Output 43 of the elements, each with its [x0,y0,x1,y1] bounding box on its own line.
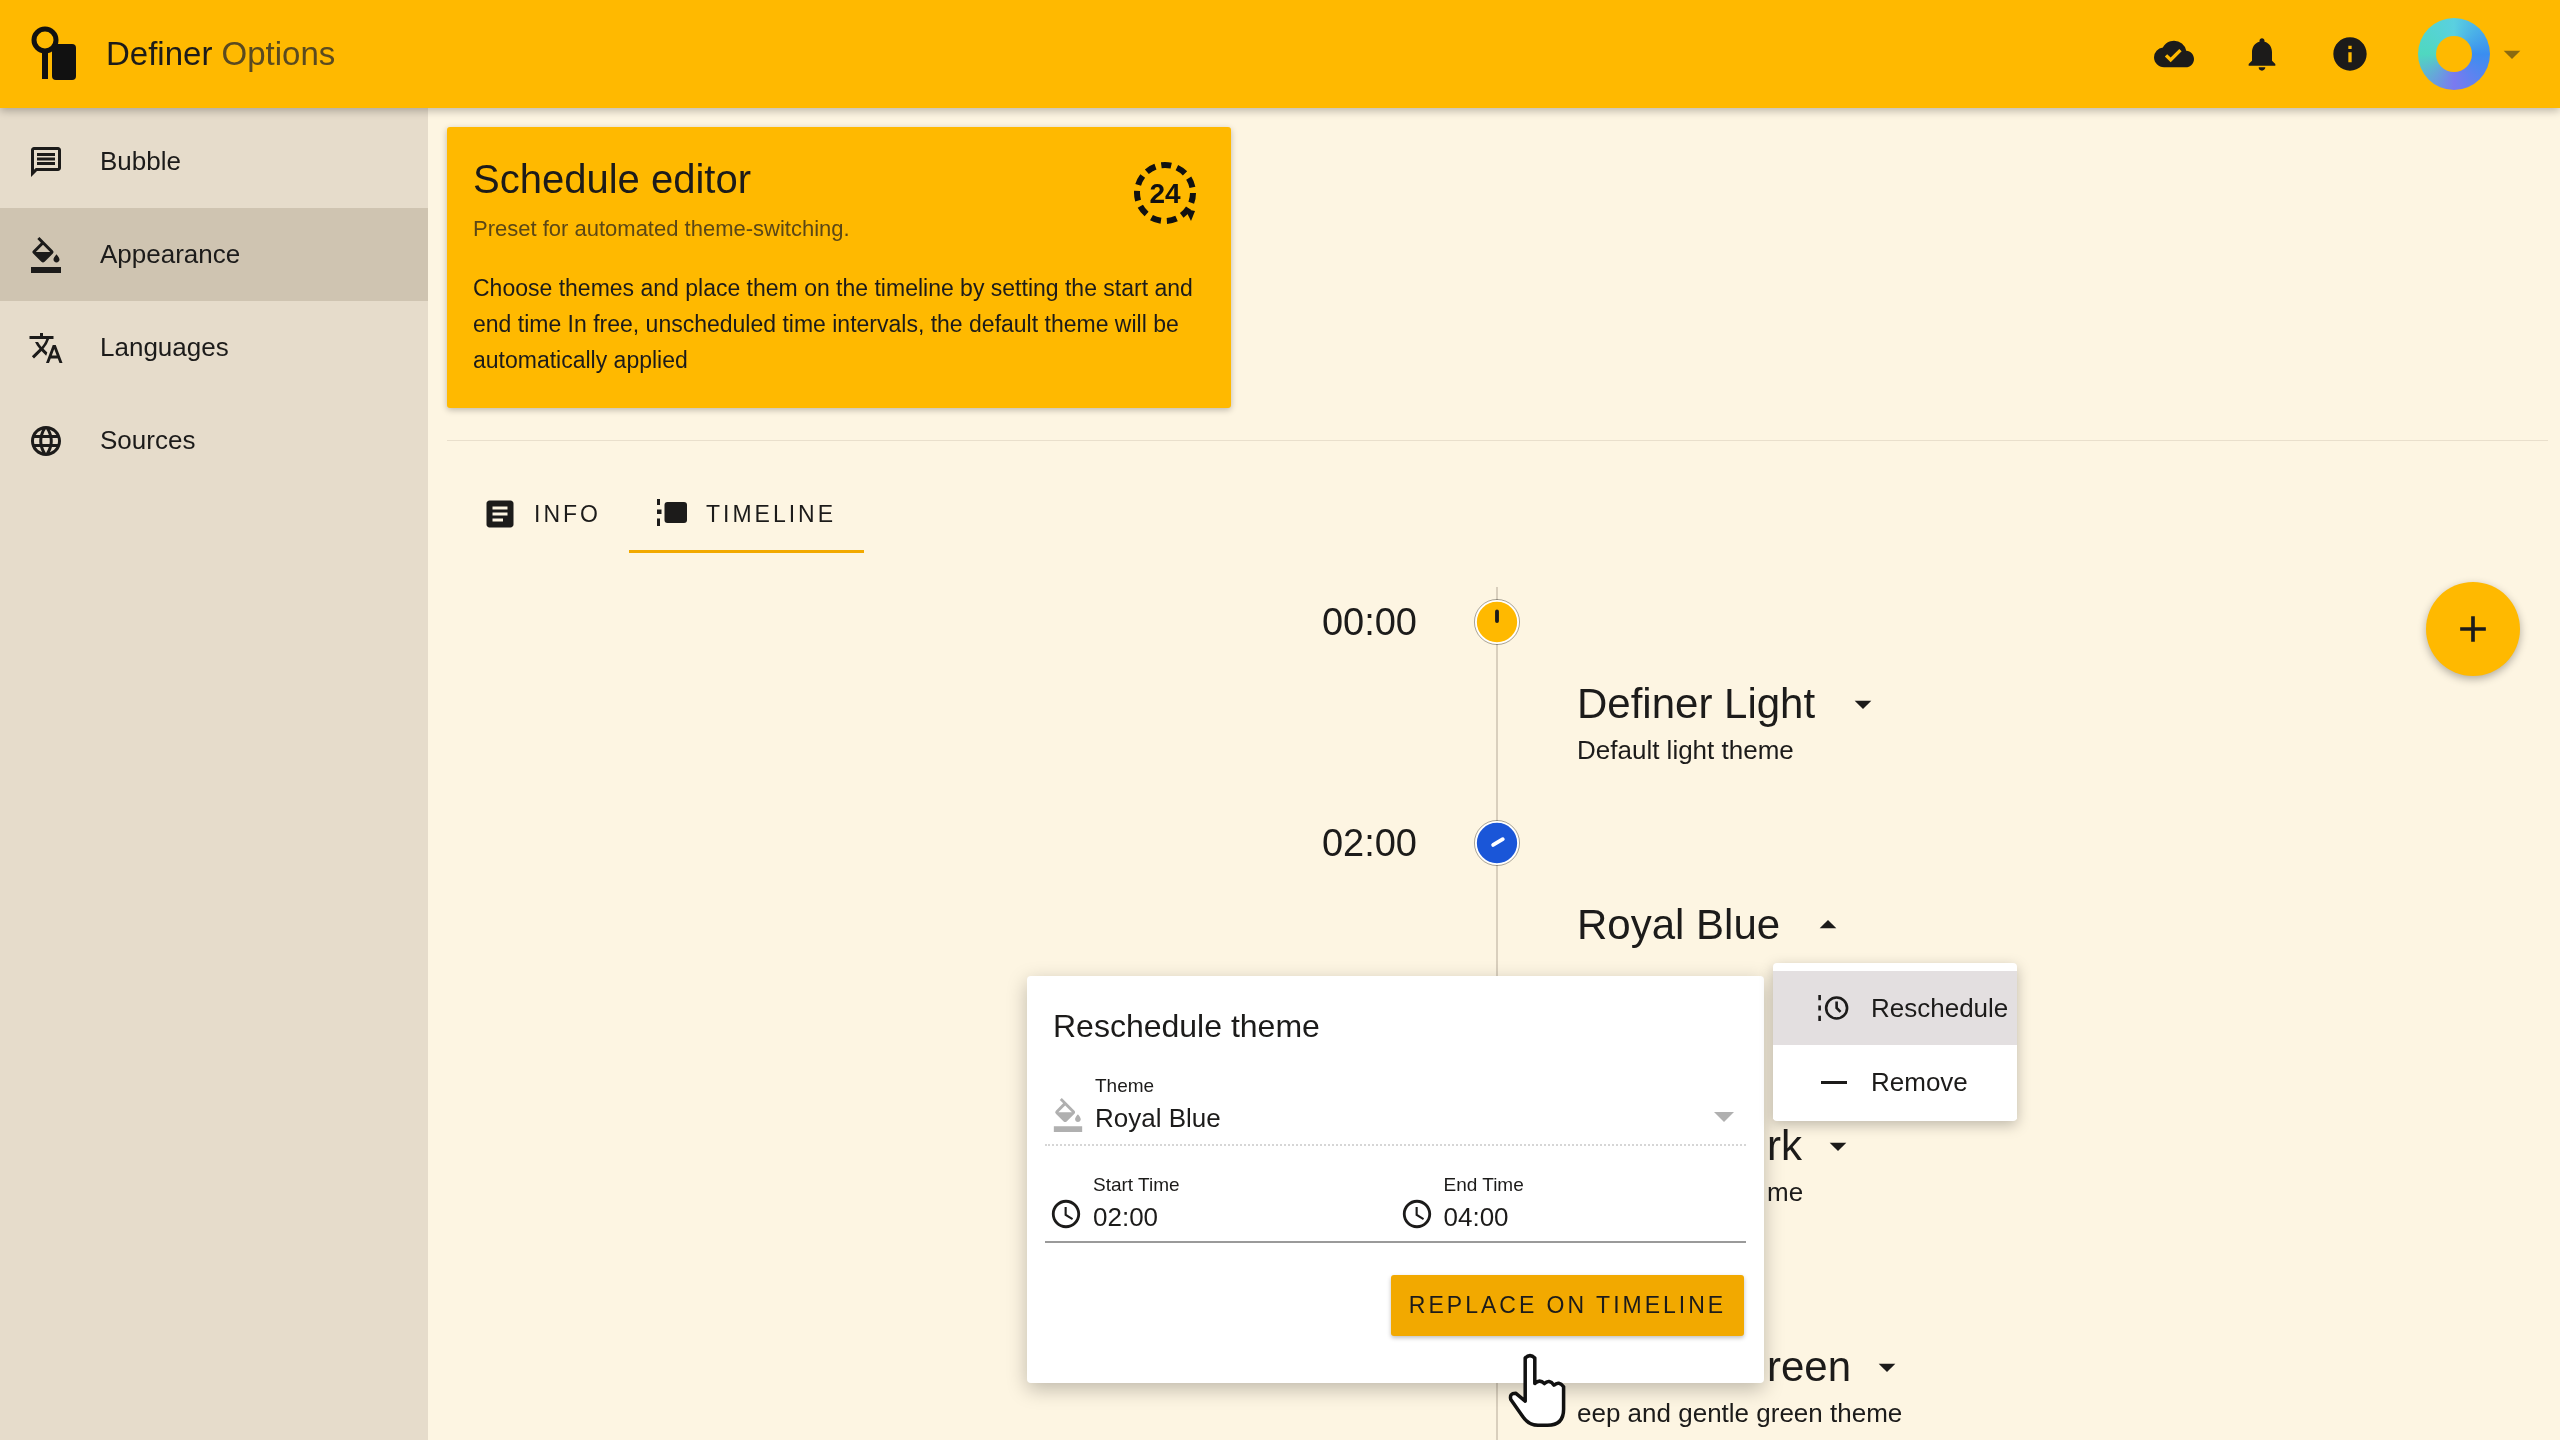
menu-item[interactable]: Reschedule [1773,971,2017,1045]
minus-icon [1821,1080,1847,1084]
field-value: 02:00 [1093,1202,1160,1233]
field-label: Theme [1095,1075,1156,1097]
time-field[interactable]: Start Time 02:00 [1045,1174,1396,1233]
dropdown-icon [1714,1112,1734,1122]
field-label: End Time [1443,1174,1525,1196]
theme-title: reen [1767,1343,1852,1391]
theme-description: me [1767,1177,1804,1208]
logo-icon [30,26,78,82]
sidebar-item[interactable]: Appearance [0,208,428,301]
sidebar-item[interactable]: Bubble [0,115,428,208]
field-value: 04:00 [1443,1202,1510,1233]
card-subtitle: Preset for automated theme-switching. [473,216,851,242]
info-icon[interactable] [2330,34,2370,74]
time-label: 00:00 [1321,600,1417,644]
card-title: Schedule editor [473,157,751,202]
card-description: Choose themes and place them on the timeline by setting the start and end time In free, unscheduled time intervals, the default theme will be automatically applied [473,274,1194,375]
sidebar-item[interactable]: Languages [0,301,428,394]
tab[interactable]: INFO [457,478,629,553]
theme-description: Default light theme [1577,735,1794,766]
replace-button[interactable]: REPLACE ON TIMELINE [1391,1275,1744,1336]
clock-icon [1049,1197,1083,1231]
paint-bucket-icon [28,236,64,273]
paint-bucket-icon [1051,1098,1085,1132]
theme-title: rk [1767,1122,1802,1170]
sidebar-item[interactable]: Sources [0,394,428,487]
theme-title: Royal Blue [1577,901,1781,949]
theme-title: Definer Light [1577,680,1816,728]
time-label: 02:00 [1321,821,1417,865]
add-button[interactable] [2426,582,2520,676]
dialog-title: Reschedule theme [1053,1008,1321,1045]
sidebar-label: Bubble [100,146,181,177]
time-field[interactable]: End Time 04:00 [1395,1174,1746,1233]
app-title: Definer Options [106,35,336,73]
sidebar-label: Languages [100,332,229,363]
sidebar-label: Sources [100,425,196,456]
theme-description: eep and gentle green theme [1577,1398,1903,1429]
tab[interactable]: TIMELINE [628,478,865,553]
field-label: Start Time [1093,1174,1181,1196]
menu-item[interactable]: Remove [1773,1045,2017,1119]
field-value: Royal Blue [1095,1103,1222,1134]
sidebar-label: Appearance [100,239,241,270]
